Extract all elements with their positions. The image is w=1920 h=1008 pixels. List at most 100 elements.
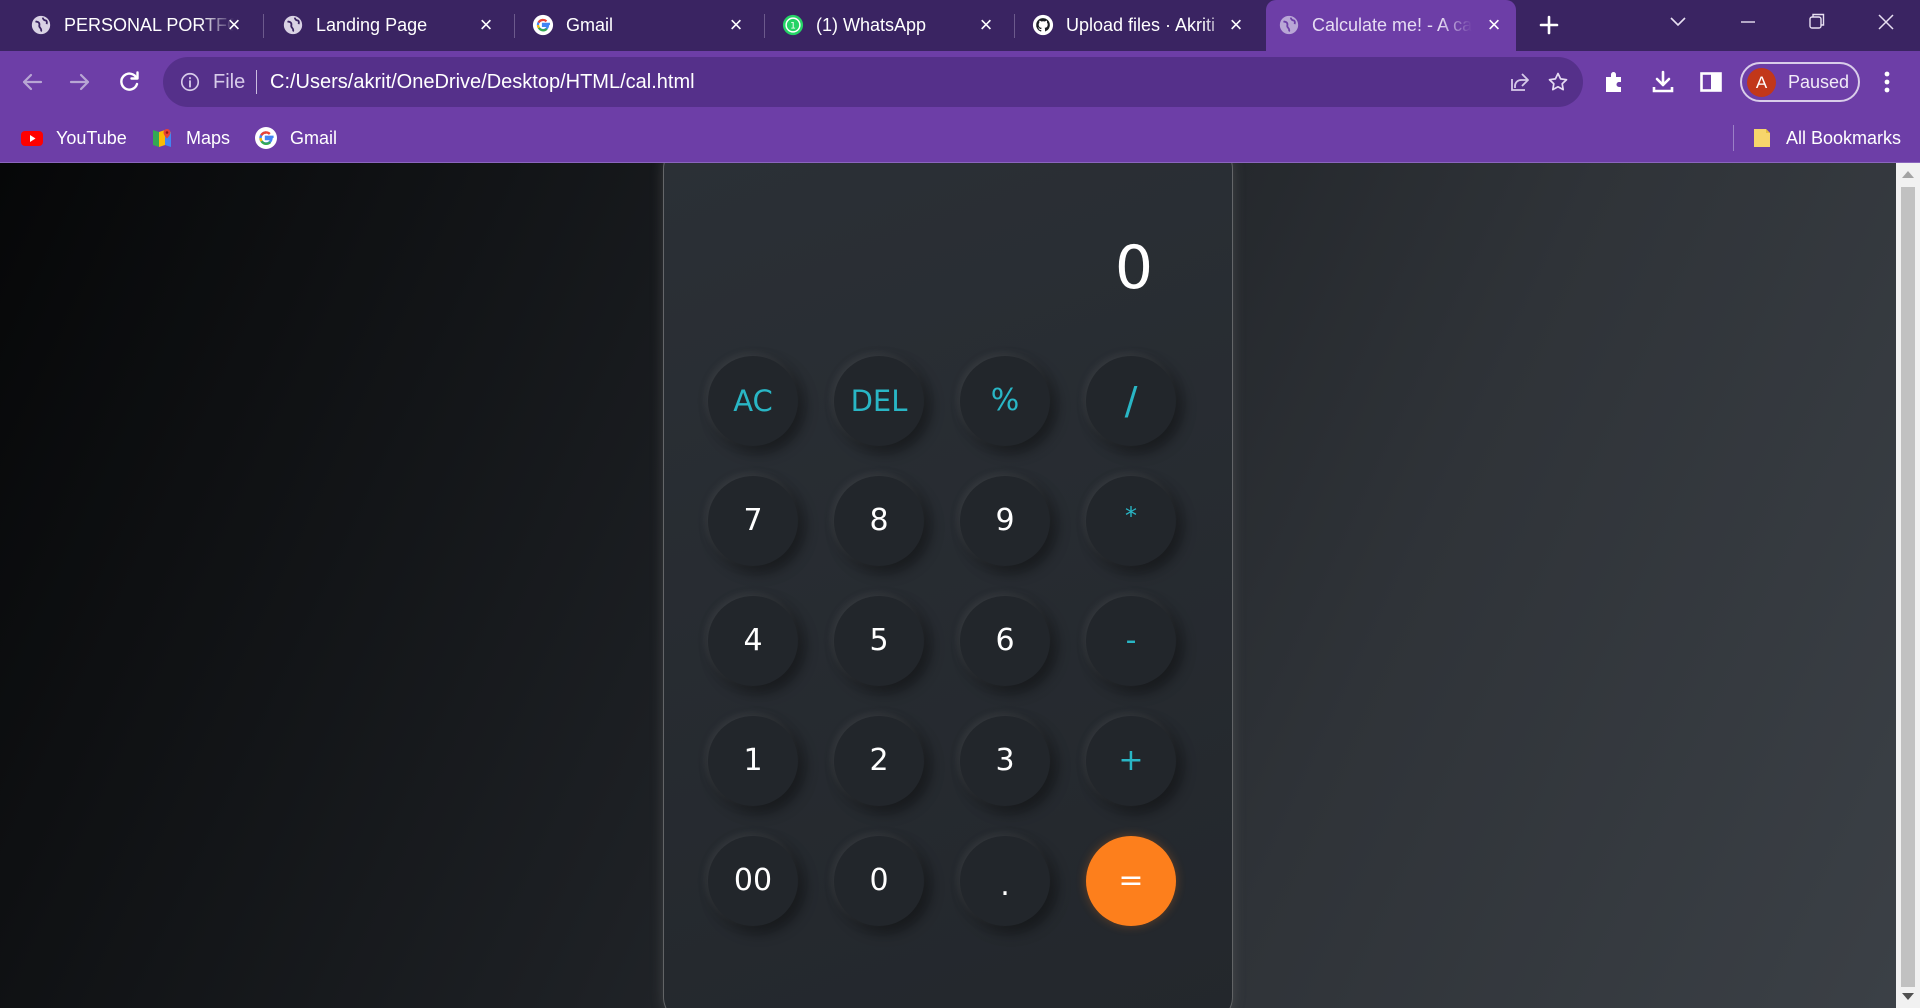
tab-separator bbox=[514, 14, 515, 38]
tab-title: PERSONAL PORTFOLIO bbox=[64, 15, 234, 35]
tab-search-button[interactable] bbox=[1648, 0, 1708, 44]
more-menu-icon[interactable] bbox=[1875, 66, 1899, 98]
bookmark-gmail[interactable]: Gmail bbox=[254, 125, 337, 151]
tab-whatsapp[interactable]: 1 (1) WhatsApp × bbox=[770, 0, 1008, 51]
bookmark-label: Maps bbox=[186, 127, 231, 148]
calculator-display: 0 bbox=[1114, 233, 1153, 303]
tab-landing-page[interactable]: Landing Page × bbox=[270, 0, 508, 51]
maps-icon bbox=[153, 129, 171, 147]
plus-icon bbox=[1539, 15, 1559, 35]
digit-0-button[interactable]: 0 bbox=[834, 836, 924, 926]
google-icon bbox=[532, 14, 554, 36]
globe-icon bbox=[1279, 15, 1299, 35]
reload-icon bbox=[120, 71, 139, 91]
digit-3-button[interactable]: 3 bbox=[960, 716, 1050, 806]
close-tab-icon[interactable]: × bbox=[1484, 14, 1504, 36]
address-divider bbox=[256, 70, 257, 94]
download-icon[interactable] bbox=[1649, 68, 1677, 96]
folder-icon bbox=[1754, 129, 1770, 147]
close-tab-icon[interactable]: × bbox=[726, 14, 746, 36]
globe-icon bbox=[31, 15, 51, 35]
digit-9-button[interactable]: 9 bbox=[960, 476, 1050, 566]
close-window-button[interactable] bbox=[1855, 0, 1915, 44]
back-button[interactable] bbox=[16, 66, 48, 98]
reload-button[interactable] bbox=[113, 66, 145, 98]
tab-strip: PERSONAL PORTFOLIO × Landing Page × Gmai… bbox=[0, 0, 1920, 51]
bookmark-maps[interactable]: Maps bbox=[150, 125, 230, 151]
tab-github-upload[interactable]: Upload files · Akriti × bbox=[1020, 0, 1258, 51]
whatsapp-icon: 1 bbox=[782, 14, 804, 36]
all-bookmarks-button[interactable]: All Bookmarks bbox=[1750, 125, 1901, 151]
digit-8-button[interactable]: 8 bbox=[834, 476, 924, 566]
scrollbar-thumb[interactable] bbox=[1901, 187, 1915, 987]
bookmarks-bar: YouTube Maps Gmail All Bookmarks bbox=[0, 113, 1920, 163]
google-icon bbox=[255, 127, 277, 149]
percent-button[interactable]: % bbox=[960, 356, 1050, 446]
close-tab-icon[interactable]: × bbox=[1226, 14, 1246, 36]
vertical-scrollbar[interactable] bbox=[1896, 163, 1920, 1008]
scheme-label: File bbox=[213, 71, 246, 93]
tab-personal-portfolio[interactable]: PERSONAL PORTFOLIO × bbox=[18, 0, 256, 51]
bookmark-youtube[interactable]: YouTube bbox=[20, 125, 127, 151]
globe-icon bbox=[283, 15, 303, 35]
tab-separator bbox=[263, 14, 264, 38]
double-zero-button[interactable]: 00 bbox=[708, 836, 798, 926]
tab-calculator[interactable]: Calculate me! - A calculator × bbox=[1266, 0, 1516, 51]
page-content: 0 AC DEL % / 7 8 9 * 4 5 6 - 1 2 3 + 00 … bbox=[0, 163, 1896, 1008]
delete-button[interactable]: DEL bbox=[834, 356, 924, 446]
bookmark-label: YouTube bbox=[56, 127, 127, 148]
digit-7-button[interactable]: 7 bbox=[708, 476, 798, 566]
bookmarks-separator bbox=[1733, 125, 1734, 151]
browser-toolbar: File C:/Users/akrit/OneDrive/Desktop/HTM… bbox=[0, 51, 1920, 113]
share-icon[interactable] bbox=[1508, 70, 1532, 94]
tab-title: Calculate me! - A calculator bbox=[1312, 15, 1472, 35]
subtract-button[interactable]: - bbox=[1086, 596, 1176, 686]
minimize-button[interactable] bbox=[1718, 0, 1778, 44]
digit-2-button[interactable]: 2 bbox=[834, 716, 924, 806]
github-icon bbox=[1032, 14, 1054, 36]
minimize-icon bbox=[1741, 21, 1755, 23]
chevron-down-icon bbox=[1670, 17, 1686, 27]
tab-title: Landing Page bbox=[316, 15, 428, 35]
divide-button[interactable]: / bbox=[1086, 356, 1176, 446]
profile-status: Paused bbox=[1788, 72, 1850, 92]
equals-button[interactable]: = bbox=[1086, 836, 1176, 926]
profile-button[interactable]: A Paused bbox=[1740, 62, 1860, 102]
tab-gmail[interactable]: Gmail × bbox=[520, 0, 758, 51]
tab-separator bbox=[764, 14, 765, 38]
arrow-left-icon bbox=[22, 73, 43, 91]
arrow-right-icon bbox=[69, 73, 90, 91]
forward-button[interactable] bbox=[64, 66, 96, 98]
calculator: 0 AC DEL % / 7 8 9 * 4 5 6 - 1 2 3 + 00 … bbox=[663, 163, 1233, 1008]
tab-separator bbox=[1014, 14, 1015, 38]
multiply-button[interactable]: * bbox=[1086, 476, 1176, 566]
star-icon[interactable] bbox=[1546, 70, 1570, 94]
close-tab-icon[interactable]: × bbox=[476, 14, 496, 36]
close-icon bbox=[1878, 14, 1894, 30]
add-button[interactable]: + bbox=[1086, 716, 1176, 806]
svg-text:1: 1 bbox=[790, 21, 796, 32]
decimal-button[interactable]: . bbox=[960, 836, 1050, 926]
tab-title: Upload files · Akriti bbox=[1066, 15, 1216, 35]
tab-title: Gmail bbox=[566, 15, 614, 35]
tab-title: (1) WhatsApp bbox=[816, 15, 927, 35]
clear-button[interactable]: AC bbox=[708, 356, 798, 446]
scroll-up-arrow[interactable] bbox=[1902, 171, 1914, 178]
scroll-down-arrow[interactable] bbox=[1902, 993, 1914, 1000]
digit-4-button[interactable]: 4 bbox=[708, 596, 798, 686]
digit-1-button[interactable]: 1 bbox=[708, 716, 798, 806]
digit-5-button[interactable]: 5 bbox=[834, 596, 924, 686]
avatar: A bbox=[1747, 68, 1776, 97]
extensions-icon[interactable] bbox=[1601, 68, 1629, 96]
digit-6-button[interactable]: 6 bbox=[960, 596, 1050, 686]
new-tab-button[interactable] bbox=[1534, 10, 1564, 40]
bookmark-label: Gmail bbox=[290, 127, 338, 148]
side-panel-icon[interactable] bbox=[1697, 68, 1725, 96]
close-tab-icon[interactable]: × bbox=[224, 14, 244, 36]
url-text[interactable]: C:/Users/akrit/OneDrive/Desktop/HTML/cal… bbox=[270, 71, 695, 93]
address-bar[interactable]: File C:/Users/akrit/OneDrive/Desktop/HTM… bbox=[163, 57, 1583, 107]
restore-button[interactable] bbox=[1786, 0, 1846, 44]
info-icon[interactable] bbox=[179, 71, 201, 93]
close-tab-icon[interactable]: × bbox=[976, 14, 996, 36]
youtube-icon bbox=[21, 131, 43, 146]
